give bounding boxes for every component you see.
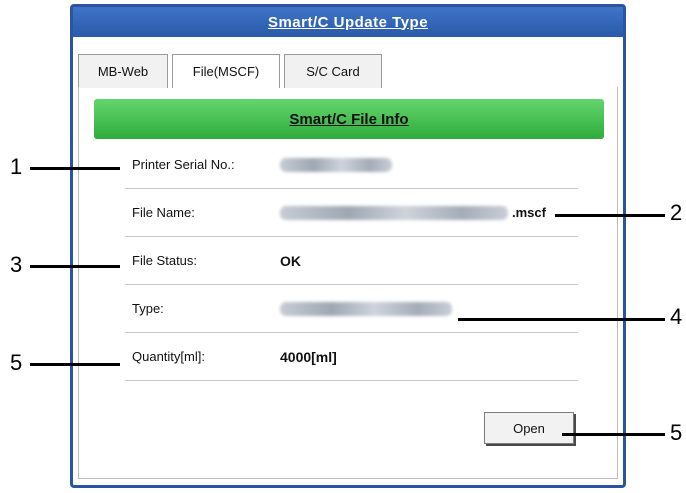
callout-number-4: 4 — [670, 304, 683, 329]
serial-row: Printer Serial No.: — [125, 141, 578, 189]
status-value: OK — [280, 252, 301, 269]
quantity-row: Quantity[ml]: 4000[ml] — [125, 333, 578, 381]
callout-line-3 — [30, 265, 120, 268]
open-button[interactable]: Open — [484, 412, 574, 444]
quantity-value: 4000[ml] — [280, 348, 337, 365]
callout-number-5a: 5 — [10, 350, 23, 375]
tab-mb-web[interactable]: MB-Web — [78, 54, 168, 88]
type-value-redacted — [280, 301, 452, 316]
type-row: Type: — [125, 285, 578, 333]
status-row: File Status: OK — [125, 237, 578, 285]
filename-row: File Name: .mscf — [125, 189, 578, 237]
filename-extension: .mscf — [512, 205, 546, 220]
filename-redacted — [280, 205, 508, 220]
window-title: Smart/C Update Type — [73, 7, 623, 37]
callout-line-1 — [30, 167, 120, 170]
quantity-label: Quantity[ml]: — [132, 349, 205, 364]
tab-sc-card[interactable]: S/C Card — [284, 54, 382, 88]
callout-line-5b — [562, 433, 665, 436]
serial-value-redacted — [280, 157, 392, 172]
serial-label: Printer Serial No.: — [132, 157, 235, 172]
callout-line-2 — [555, 214, 665, 217]
callout-number-5b: 5 — [670, 420, 683, 445]
callout-number-3: 3 — [10, 252, 23, 277]
tab-file-mscf[interactable]: File(MSCF) — [172, 54, 280, 88]
filename-label: File Name: — [132, 205, 195, 220]
file-info-header: Smart/C File Info — [94, 99, 604, 139]
callout-number-2: 2 — [670, 200, 683, 225]
tab-bar: MB-Web File(MSCF) S/C Card — [78, 54, 382, 88]
status-label: File Status: — [132, 253, 198, 268]
callout-line-5a — [30, 363, 120, 366]
callout-number-1: 1 — [10, 154, 23, 179]
filename-value: .mscf — [280, 205, 546, 220]
type-label: Type: — [132, 301, 164, 316]
callout-line-4 — [458, 318, 665, 321]
